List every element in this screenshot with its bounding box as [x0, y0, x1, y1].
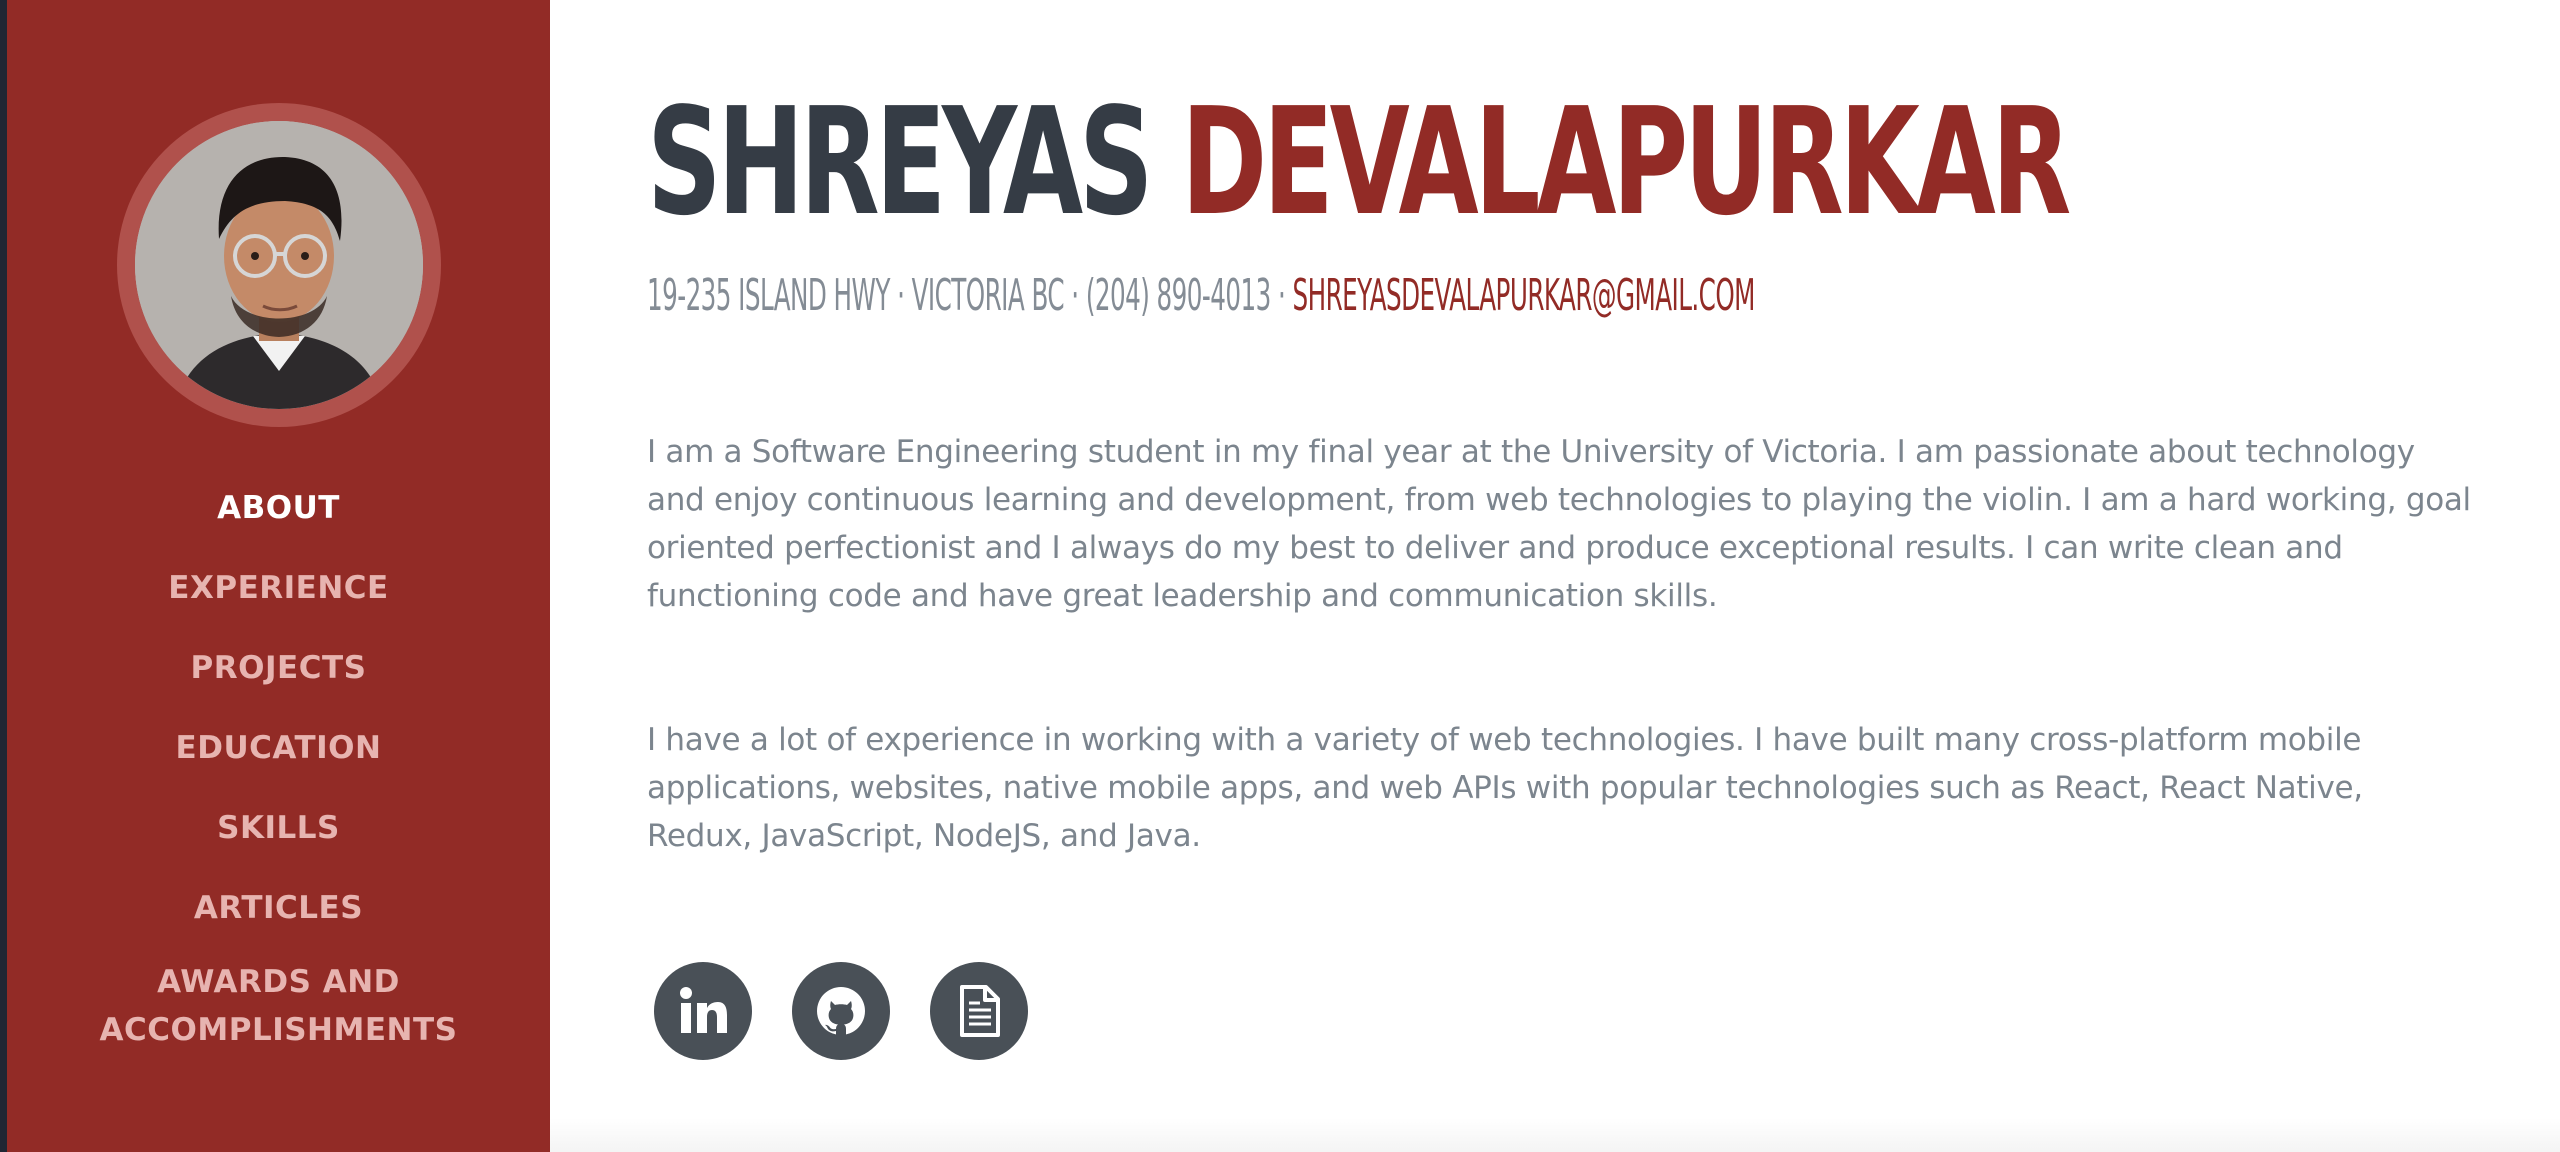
- contact-line: 19-235 ISLAND HWY · VICTORIA BC · (204) …: [647, 268, 1755, 324]
- page: ABOUT EXPERIENCE PROJECTS EDUCATION SKIL…: [0, 0, 2560, 1152]
- nav-link-skills[interactable]: SKILLS: [217, 804, 340, 852]
- nav-item-awards: AWARDS AND ACCOMPLISHMENTS: [7, 958, 550, 1054]
- nav-item-experience: EXPERIENCE: [7, 548, 550, 628]
- nav-item-articles: ARTICLES: [7, 868, 550, 948]
- social-links: [654, 962, 1028, 1060]
- sidebar-nav: ABOUT EXPERIENCE PROJECTS EDUCATION SKIL…: [7, 468, 550, 1054]
- nav-item-projects: PROJECTS: [7, 628, 550, 708]
- avatar-ring: [117, 103, 441, 427]
- nav-link-experience[interactable]: EXPERIENCE: [168, 564, 388, 612]
- profile-photo: [135, 121, 423, 409]
- address-text: 19-235 ISLAND HWY · VICTORIA BC · (204) …: [647, 270, 1286, 321]
- nav-link-articles[interactable]: ARTICLES: [194, 884, 363, 932]
- nav-link-awards[interactable]: AWARDS AND ACCOMPLISHMENTS: [89, 958, 469, 1054]
- last-name: DEVALAPURKAR: [1181, 76, 2071, 248]
- nav-item-education: EDUCATION: [7, 708, 550, 788]
- nav-link-projects[interactable]: PROJECTS: [191, 644, 367, 692]
- github-button[interactable]: [792, 962, 890, 1060]
- nav-link-about[interactable]: ABOUT: [217, 484, 340, 532]
- window-edge: [0, 0, 7, 1152]
- about-paragraph-2: I have a lot of experience in working wi…: [647, 722, 2363, 854]
- avatar: [135, 121, 423, 409]
- sidebar: ABOUT EXPERIENCE PROJECTS EDUCATION SKIL…: [7, 0, 550, 1152]
- bottom-shadow: [550, 1118, 2560, 1152]
- main-content: SHREYAS DEVALAPURKAR 19-235 ISLAND HWY ·…: [647, 0, 2477, 1152]
- page-title: SHREYAS DEVALAPURKAR: [647, 82, 2071, 242]
- resume-button[interactable]: [930, 962, 1028, 1060]
- document-icon: [960, 985, 1000, 1037]
- first-name: SHREYAS: [647, 76, 1154, 248]
- github-icon: [817, 987, 865, 1035]
- linkedin-icon: [680, 987, 727, 1033]
- nav-item-about: ABOUT: [7, 468, 550, 548]
- email-link[interactable]: SHREYASDEVALAPURKAR@GMAIL.COM: [1293, 270, 1756, 321]
- nav-item-skills: SKILLS: [7, 788, 550, 868]
- about-paragraph-1: I am a Software Engineering student in m…: [647, 434, 2471, 614]
- nav-link-education[interactable]: EDUCATION: [176, 724, 382, 772]
- linkedin-button[interactable]: [654, 962, 752, 1060]
